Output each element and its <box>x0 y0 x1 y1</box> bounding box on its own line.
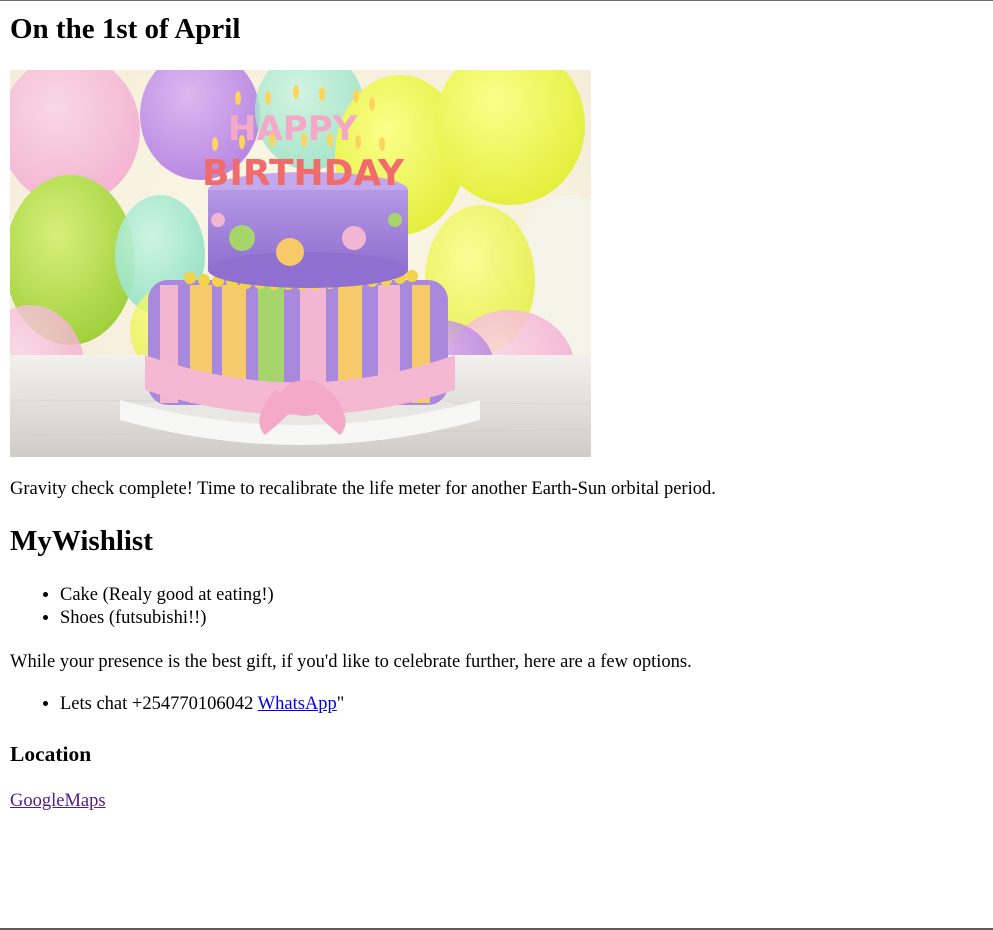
list-item: Lets chat +254770106042 WhatsApp" <box>60 693 344 716</box>
maps-paragraph: GoogleMaps <box>10 790 106 812</box>
window-top-border <box>0 0 993 1</box>
wishlist-heading: MyWishlist <box>10 525 153 557</box>
wishlist-list: Cake (Realy good at eating!) Shoes (futs… <box>10 584 274 630</box>
whatsapp-link[interactable]: WhatsApp <box>258 694 337 714</box>
contact-text: Lets chat +254770106042 <box>60 694 258 714</box>
contact-list: Lets chat +254770106042 WhatsApp" <box>10 693 344 716</box>
contact-suffix: " <box>336 694 345 714</box>
cake-text-bottom: BIRTHDAY <box>202 153 405 194</box>
cake-text-top: HAPPY <box>228 109 358 149</box>
google-maps-link[interactable]: GoogleMaps <box>10 791 106 811</box>
location-heading: Location <box>10 742 92 766</box>
list-item: Cake (Realy good at eating!) <box>60 584 274 607</box>
gift-note-text: While your presence is the best gift, if… <box>10 652 692 672</box>
tagline-text: Gravity check complete! Time to recalibr… <box>10 479 716 499</box>
birthday-cake-image: HAPPY BIRTHDAY <box>10 70 591 457</box>
list-item: Shoes (futsubishi!!) <box>60 607 274 630</box>
page-title: On the 1st of April <box>10 13 241 45</box>
